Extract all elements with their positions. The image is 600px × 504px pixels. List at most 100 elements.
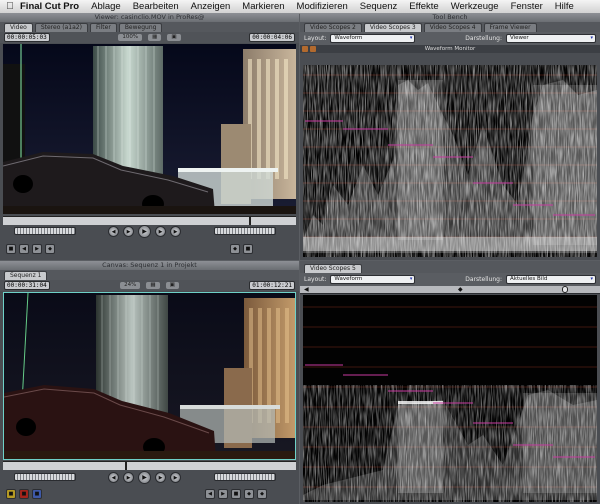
canvas-edit-controls: ■ ■ ■ (6, 489, 42, 499)
viewer-title: Viewer: casinclio.MOV in ProRes@ (0, 13, 299, 22)
viewer-mark-in-icon[interactable]: ◀ (19, 244, 29, 254)
tab-video-scopes-4[interactable]: Video Scopes 4 (423, 23, 482, 32)
viewer-next-edit-icon[interactable]: ▶ (170, 226, 181, 237)
canvas-next-edit-icon[interactable]: ▶ (170, 472, 181, 483)
viewer-scrubber-bar[interactable] (3, 216, 296, 225)
waveform-monitor-title: Waveform Monitor (424, 46, 476, 52)
viewer-add-keyframe-icon[interactable]: ◆ (230, 244, 240, 254)
viewer-add-motion-keyframe-icon[interactable]: ■ (243, 244, 253, 254)
canvas-insert-edit-icon[interactable]: ■ (6, 489, 16, 499)
canvas-playhead[interactable] (125, 462, 127, 470)
canvas-window: Canvas: Sequenz 1 in Projekt Sequenz 1 0… (0, 261, 299, 504)
viewer-play-icon[interactable]: ▶ (138, 225, 151, 238)
scope-window-top: Tool Bench Video Scopes 2 Video Scopes 3… (300, 13, 600, 260)
viewer-view-popup-icon[interactable]: ▦ (148, 34, 162, 41)
viewer-overlay-popup-icon[interactable]: ▣ (167, 34, 181, 41)
menu-effekte[interactable]: Effekte (409, 1, 438, 12)
viewer-prev-edit-icon[interactable]: ◀ (108, 226, 119, 237)
tab-bewegung[interactable]: Bewegung (118, 23, 163, 32)
scope-window-bottom: Video Scopes 5 Layout: Waveform Darstell… (300, 261, 600, 504)
canvas-timecode-row: 00:00:31:04 24% ▦ ▣ 01:00:12:21 (0, 280, 299, 291)
viewer-video-frame[interactable] (3, 44, 296, 214)
tab-frame-viewer[interactable]: Frame Viewer (483, 23, 537, 32)
app-menu[interactable]: Final Cut Pro (20, 1, 79, 12)
menu-modifizieren[interactable]: Modifizieren (297, 1, 348, 12)
viewer-shuttle-control[interactable] (14, 227, 76, 235)
menu-ablage[interactable]: Ablage (91, 1, 121, 12)
canvas-scrubber-bar[interactable] (3, 461, 296, 470)
viewer-play-around-icon[interactable]: ▶ (155, 226, 166, 237)
apple-icon[interactable]:  (0, 1, 20, 12)
canvas-mark-clip-icon[interactable]: ■ (231, 489, 241, 499)
viewer-play-in-out-icon[interactable]: ▶ (123, 226, 134, 237)
scope-bottom-display-select[interactable]: Aktuelles Bild (506, 275, 596, 284)
scope-bottom-controls: Layout: Waveform Darstellung: Aktuelles … (300, 273, 600, 286)
canvas-duration-timecode[interactable]: 00:00:31:04 (4, 281, 50, 290)
canvas-transport-controls: ◀ ▶ ▶ ▶ ▶ (108, 471, 181, 484)
city-night-image-graded (4, 293, 295, 459)
canvas-marker-icon[interactable]: ◆ (244, 489, 254, 499)
viewer-jog-control[interactable] (214, 227, 276, 235)
menu-bearbeiten[interactable]: Bearbeiten (133, 1, 179, 12)
viewer-marker-icon[interactable]: ◆ (45, 244, 55, 254)
tab-filter[interactable]: Filter (89, 23, 117, 32)
tab-stereo[interactable]: Stereo (a1a2) (34, 23, 88, 32)
city-night-image (3, 44, 296, 214)
canvas-marking-controls: ◀ ▶ ■ ◆ ◆ (205, 489, 267, 499)
menu-anzeigen[interactable]: Anzeigen (191, 1, 231, 12)
canvas-overlay-popup-icon[interactable]: ▣ (165, 282, 179, 289)
canvas-zoom-popup[interactable]: 24% (120, 282, 141, 289)
scope-top-controls: Layout: Waveform Darstellung: Viewer (300, 32, 600, 45)
menu-hilfe[interactable]: Hilfe (555, 1, 574, 12)
viewer-tabs: Video Stereo (a1a2) Filter Bewegung (0, 22, 299, 32)
viewer-match-frame-icon[interactable]: ■ (6, 244, 16, 254)
canvas-view-popup-icon[interactable]: ▦ (146, 282, 160, 289)
scope-brightness-icon[interactable] (310, 46, 316, 52)
slider-mid-marker-icon[interactable]: ◆ (458, 286, 463, 293)
viewer-current-timecode[interactable]: 00:00:04:06 (249, 33, 295, 42)
canvas-mark-out-icon[interactable]: ▶ (218, 489, 228, 499)
scope-settings-icon[interactable] (302, 46, 308, 52)
canvas-jog-control[interactable] (214, 473, 276, 481)
canvas-title: Canvas: Sequenz 1 in Projekt (0, 261, 299, 270)
canvas-play-around-icon[interactable]: ▶ (155, 472, 166, 483)
tab-sequenz-1[interactable]: Sequenz 1 (4, 271, 48, 280)
viewer-playhead[interactable] (249, 217, 251, 225)
menu-bar:  Final Cut Pro Ablage Bearbeiten Anzeig… (0, 0, 600, 14)
slider-thumb[interactable] (562, 286, 568, 293)
scope-bottom-layout-select[interactable]: Waveform (330, 275, 416, 284)
scope-top-layout-select[interactable]: Waveform (330, 34, 416, 43)
waveform-display-top (303, 65, 597, 257)
canvas-overwrite-edit-icon[interactable]: ■ (19, 489, 29, 499)
canvas-replace-edit-icon[interactable]: ■ (32, 489, 42, 499)
tab-video-scopes-2[interactable]: Video Scopes 2 (304, 23, 362, 32)
canvas-play-in-out-icon[interactable]: ▶ (123, 472, 134, 483)
scope-top-layout-label: Layout: (304, 35, 327, 42)
scope-bottom-frame-slider[interactable]: ◀ ◆ (300, 286, 600, 294)
viewer-timecode-row: 00:00:05:03 100% ▦ ▣ 00:00:04:06 (0, 32, 299, 43)
canvas-keyframe-icon[interactable]: ◆ (257, 489, 267, 499)
scope-top-tabs: Video Scopes 2 Video Scopes 3 Video Scop… (300, 22, 600, 32)
tab-video[interactable]: Video (4, 23, 33, 32)
scope-bottom-display-label: Darstellung: (465, 276, 502, 283)
menu-markieren[interactable]: Markieren (242, 1, 284, 12)
canvas-play-icon[interactable]: ▶ (138, 471, 151, 484)
slider-start-marker-icon: ◀ (304, 286, 309, 293)
viewer-mark-out-icon[interactable]: ▶ (32, 244, 42, 254)
scope-top-display-label: Darstellung: (465, 35, 502, 42)
waveform-trace-bottom (303, 306, 597, 502)
tab-video-scopes-3[interactable]: Video Scopes 3 (363, 23, 422, 32)
canvas-video-frame[interactable] (3, 292, 296, 460)
canvas-prev-edit-icon[interactable]: ◀ (108, 472, 119, 483)
canvas-current-timecode[interactable]: 01:00:12:21 (249, 281, 295, 290)
menu-sequenz[interactable]: Sequenz (360, 1, 398, 12)
tab-video-scopes-5[interactable]: Video Scopes 5 (304, 264, 362, 273)
canvas-mark-in-icon[interactable]: ◀ (205, 489, 215, 499)
scope-top-display-select[interactable]: Viewer (506, 34, 596, 43)
viewer-zoom-popup[interactable]: 100% (118, 34, 143, 41)
scope-bottom-tabs: Video Scopes 5 (300, 261, 600, 273)
canvas-shuttle-control[interactable] (14, 473, 76, 481)
menu-werkzeuge[interactable]: Werkzeuge (451, 1, 499, 12)
viewer-duration-timecode[interactable]: 00:00:05:03 (4, 33, 50, 42)
menu-fenster[interactable]: Fenster (511, 1, 543, 12)
